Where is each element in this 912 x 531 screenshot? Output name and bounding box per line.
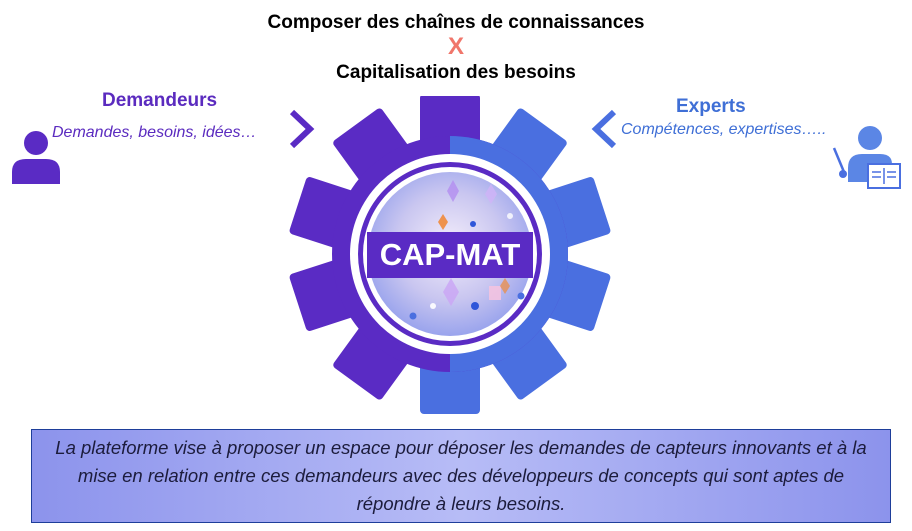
title-line-1: Composer des chaînes de connaissances	[267, 12, 645, 33]
description-box: La plateforme vise à proposer un espace …	[31, 429, 891, 523]
demandeurs-title: Demandeurs	[102, 90, 218, 111]
title-separator: X	[447, 33, 464, 60]
description-text: La plateforme vise à proposer un espace …	[55, 437, 867, 514]
cap-mat-label: CAP-MAT	[367, 232, 533, 278]
experts-subtitle: Compétences, expertises…..	[621, 121, 827, 138]
demandeurs-subtitle: Demandes, besoins, idées…	[52, 124, 257, 141]
user-icon	[12, 131, 60, 184]
experts-title: Experts	[676, 96, 746, 117]
title-line-2: Capitalisation des besoins	[336, 62, 576, 83]
teacher-icon	[832, 126, 901, 189]
